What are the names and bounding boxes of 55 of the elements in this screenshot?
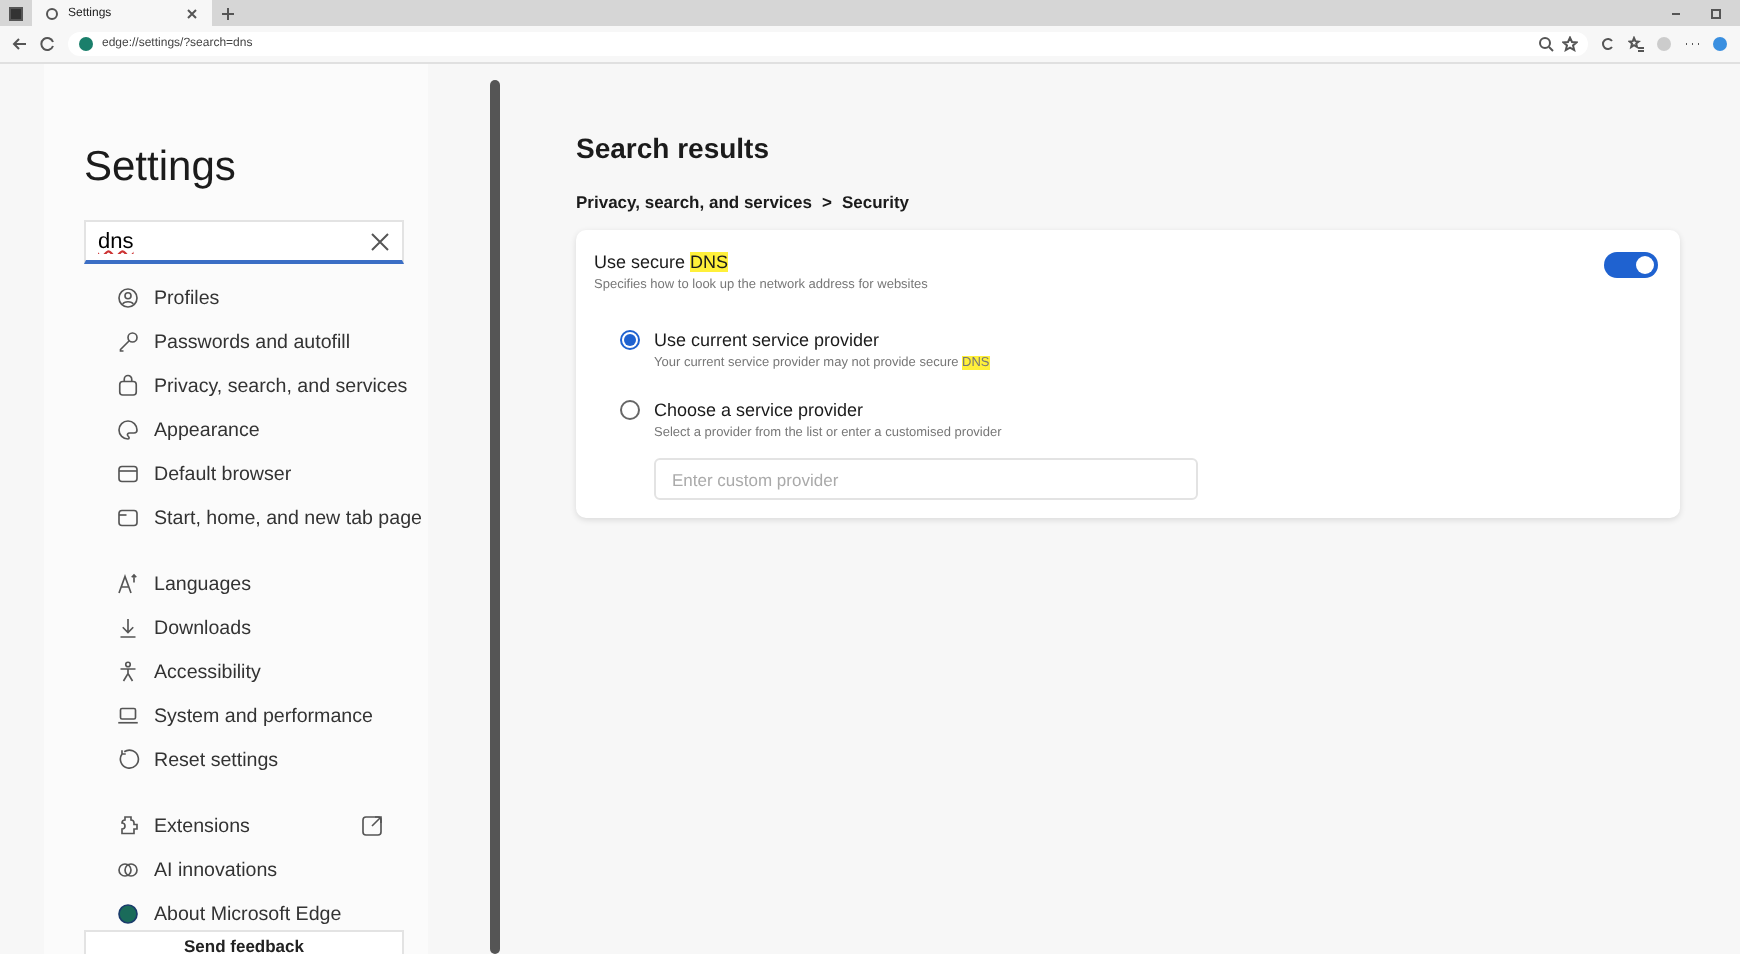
search-field[interactable]: dns — [84, 220, 404, 264]
input-field[interactable]: Enter custom provider — [654, 458, 1198, 500]
breadcrumb-separator: > — [821, 192, 832, 212]
menu-item-icon — [116, 374, 140, 398]
scrollbar[interactable] — [490, 80, 500, 954]
menu-item-icon — [116, 902, 140, 926]
option-label[interactable]: Choose a service provider — [654, 400, 1002, 420]
external-link-icon — [360, 814, 384, 838]
tab-actions-icon[interactable] — [8, 5, 24, 21]
option-label[interactable]: Use current service provider — [654, 330, 990, 350]
restore-icon[interactable] — [1708, 5, 1724, 21]
sidebar-item[interactable]: Profiles — [84, 276, 416, 320]
sidebar-item[interactable]: Appearance — [84, 408, 416, 452]
menu-item-icon — [116, 572, 140, 596]
menu-item-icon — [116, 660, 140, 684]
zoom-icon[interactable] — [1538, 36, 1554, 52]
sidebar-item[interactable]: Passwords and autofill — [84, 320, 416, 364]
sidebar-item[interactable]: Downloads — [84, 606, 416, 650]
radio-button[interactable] — [620, 330, 640, 350]
menu-item-icon — [116, 506, 140, 530]
send-feedback-button[interactable]: Send feedback — [84, 930, 404, 954]
favorites-icon[interactable] — [1628, 36, 1644, 52]
clear-icon[interactable] — [370, 232, 390, 252]
back-icon[interactable] — [12, 36, 28, 52]
sidebar-item[interactable]: Start, home, and new tab page — [84, 496, 422, 540]
menu-item-icon — [116, 814, 140, 838]
toggle-switch[interactable] — [1604, 252, 1658, 278]
sidebar-item[interactable]: Extensions — [84, 804, 416, 848]
sidebar-item[interactable]: Accessibility — [84, 650, 416, 694]
new-tab-icon[interactable] — [220, 5, 236, 21]
menu-item-icon — [116, 330, 140, 354]
menu-item-icon — [116, 418, 140, 442]
sidebar-item[interactable]: Reset settings — [84, 738, 416, 782]
menu-item-icon — [116, 462, 140, 486]
menu-item-icon — [116, 704, 140, 728]
sidebar-item[interactable]: Default browser — [84, 452, 416, 496]
page-title: Search results — [576, 132, 771, 164]
sidebar-item[interactable]: AI innovations — [84, 848, 416, 892]
sidebar-item[interactable]: About Microsoft Edge — [84, 892, 416, 936]
menu-item-icon — [116, 858, 140, 882]
menu-item-icon — [116, 286, 140, 310]
sidebar-item[interactable]: Languages — [84, 562, 416, 606]
close-icon[interactable] — [184, 5, 200, 21]
star-icon[interactable] — [1562, 36, 1578, 52]
setting-title: Use secure DNS — [594, 252, 731, 272]
sidebar-item[interactable]: Privacy, search, and services — [84, 364, 416, 408]
sidebar-title: Settings — [84, 144, 238, 192]
breadcrumb-current: Security — [841, 192, 909, 212]
breadcrumb-link[interactable]: Privacy, search, and services — [576, 192, 812, 212]
refresh-icon[interactable] — [40, 36, 56, 52]
menu-item-icon — [116, 748, 140, 772]
menu-item-icon — [116, 616, 140, 640]
sidebar-item[interactable]: System and performance — [84, 694, 416, 738]
browser-logo-icon — [78, 36, 94, 52]
radio-button[interactable] — [620, 400, 640, 420]
